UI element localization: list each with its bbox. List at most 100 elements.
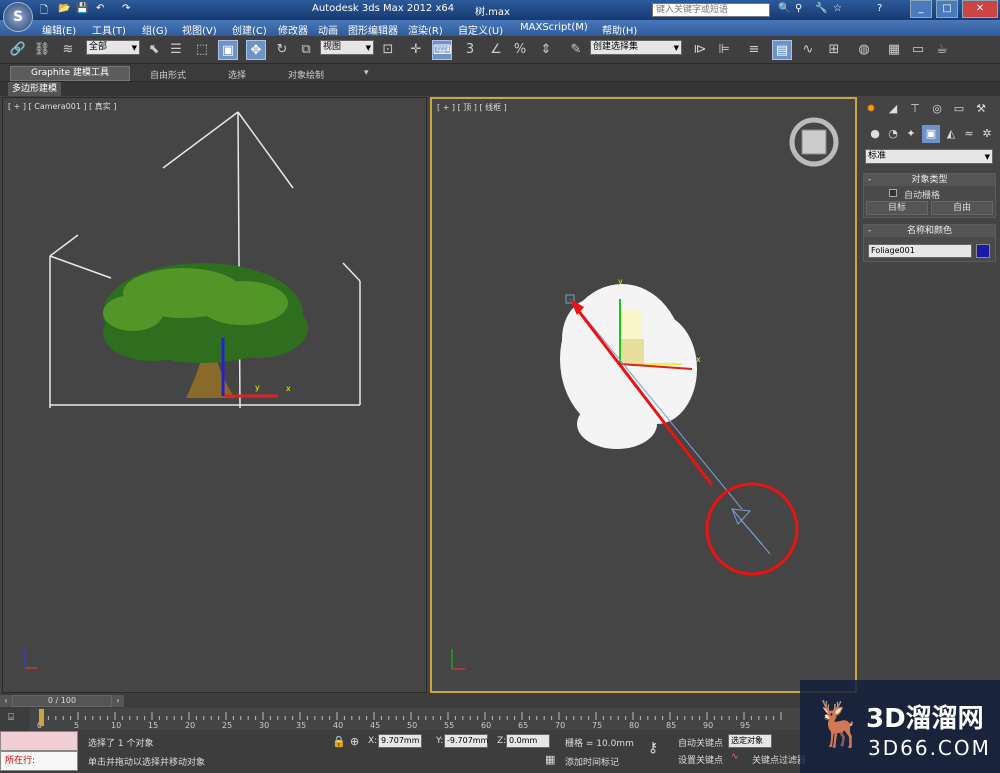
menu-animation[interactable]: 动画 <box>318 22 338 37</box>
x-coord-input[interactable]: 9.707mm <box>378 734 422 748</box>
display-tab-icon[interactable]: ▭ <box>950 100 968 118</box>
systems-icon[interactable]: ✲ <box>978 125 996 143</box>
app-logo-icon[interactable]: S <box>3 2 33 32</box>
mini-curve-toggle-icon[interactable]: ⌸ <box>8 712 24 724</box>
material-editor-icon[interactable]: ◍ <box>854 40 874 60</box>
rendered-frame-icon[interactable]: ▭ <box>908 40 928 60</box>
menu-help[interactable]: 帮助(H) <box>602 22 637 37</box>
object-type-title[interactable]: 对象类型 <box>864 174 995 186</box>
bind-spacewarp-icon[interactable]: ≋ <box>58 40 78 60</box>
lock-icon[interactable]: 🔒 <box>332 735 346 748</box>
category-dropdown[interactable]: 标准 <box>865 149 993 164</box>
timeline-right-arrow[interactable]: › <box>112 695 124 707</box>
select-manipulate-icon[interactable]: ✛ <box>406 40 426 60</box>
geometry-icon[interactable]: ● <box>866 125 884 143</box>
layer-manager-icon[interactable]: ≡ <box>744 40 764 60</box>
object-color-swatch[interactable] <box>976 244 990 258</box>
maxscript-listener-mini[interactable] <box>0 731 78 751</box>
z-coord-input[interactable]: 0.0mm <box>506 734 550 748</box>
menu-tools[interactable]: 工具(T) <box>92 22 126 37</box>
tab-graphite[interactable]: Graphite 建模工具 <box>10 66 130 81</box>
setkey-button[interactable]: 设置关键点 <box>678 753 723 766</box>
search-input[interactable]: 键入关键字或短语 <box>652 3 770 17</box>
spacewarps-icon[interactable]: ≈ <box>960 125 978 143</box>
motion-tab-icon[interactable]: ◎ <box>928 100 946 118</box>
star-icon[interactable]: ☆ <box>833 3 842 14</box>
add-time-tag-icon[interactable]: ▦ <box>545 753 555 766</box>
key-icon[interactable]: ⚷ <box>648 740 658 756</box>
selection-filter-dropdown[interactable]: 全部 <box>86 40 140 55</box>
qa-undo-icon[interactable]: ↶ <box>96 3 104 14</box>
menu-customize[interactable]: 自定义(U) <box>458 22 503 37</box>
object-name-input[interactable]: Foliage001 <box>868 244 972 258</box>
free-camera-button[interactable]: 自由 <box>931 201 993 215</box>
curve-editor-icon[interactable]: ∿ <box>798 40 818 60</box>
create-tab-icon[interactable]: ✹ <box>862 100 880 118</box>
target-camera-button[interactable]: 目标 <box>866 201 928 215</box>
named-selection-dropdown[interactable]: 创建选择集 <box>590 40 682 55</box>
menu-modifiers[interactable]: 修改器 <box>278 22 308 37</box>
snap-3d-icon[interactable]: 3 <box>460 40 480 60</box>
qa-new-icon[interactable]: 🗋 <box>40 3 48 20</box>
rect-selection-icon[interactable]: ⬚ <box>192 40 212 60</box>
timeline-left-arrow[interactable]: ‹ <box>0 695 12 707</box>
edit-named-sets-icon[interactable]: ✎ <box>566 40 586 60</box>
qa-open-icon[interactable]: 📂 <box>58 3 70 14</box>
spinner-snap-icon[interactable]: ⇕ <box>536 40 556 60</box>
select-move-icon[interactable]: ✥ <box>246 40 266 60</box>
select-by-name-icon[interactable]: ☰ <box>166 40 186 60</box>
help-icon[interactable]: ? <box>877 3 882 14</box>
angle-snap-icon[interactable]: ∠ <box>486 40 506 60</box>
minimize-button[interactable]: _ <box>910 0 932 18</box>
menu-graph-editors[interactable]: 图形编辑器 <box>348 22 398 37</box>
tab-selection[interactable]: 选择 <box>228 68 246 81</box>
autogrid-checkbox[interactable] <box>889 189 897 197</box>
align-icon[interactable]: ⊫ <box>714 40 734 60</box>
add-time-tag[interactable]: 添加时间标记 <box>565 755 619 768</box>
curve-icon[interactable]: ∿ <box>731 752 739 762</box>
modify-tab-icon[interactable]: ◢ <box>884 100 902 118</box>
graphite-toggle-icon[interactable]: ▤ <box>772 40 792 60</box>
link-icon[interactable]: 🔗 <box>8 40 28 60</box>
selected-dropdown[interactable]: 选定对象 <box>728 734 772 748</box>
y-coord-input[interactable]: -9.707mm <box>444 734 488 748</box>
key-filter-button[interactable]: 关键点过滤器 <box>752 753 806 766</box>
select-scale-icon[interactable]: ⧉ <box>296 40 316 60</box>
window-crossing-icon[interactable]: ▣ <box>218 40 238 60</box>
close-button[interactable]: ✕ <box>962 0 998 18</box>
menu-create[interactable]: 创建(C) <box>232 22 267 37</box>
mirror-icon[interactable]: ⧐ <box>690 40 710 60</box>
menu-maxscript[interactable]: MAXScript(M) <box>520 22 588 33</box>
reference-coord-dropdown[interactable]: 视图 <box>320 40 374 55</box>
transform-mode-icon[interactable]: ⊕ <box>350 735 359 748</box>
top-viewport[interactable]: [ + ] [ 顶 ] [ 线框 ] y x <box>430 97 857 693</box>
ribbon-options-icon[interactable]: ▾ <box>364 68 369 78</box>
cameras-icon[interactable]: ▣ <box>922 125 940 143</box>
tab-object-paint[interactable]: 对象绘制 <box>288 68 324 81</box>
menu-views[interactable]: 视图(V) <box>182 22 217 37</box>
hierarchy-tab-icon[interactable]: ⊤ <box>906 100 924 118</box>
search-icon[interactable]: 🔍 <box>778 3 790 14</box>
pivot-center-icon[interactable]: ⊡ <box>378 40 398 60</box>
polygon-modeling-label[interactable]: 多边形建模 <box>8 82 62 96</box>
qa-redo-icon[interactable]: ↷ <box>122 3 130 14</box>
unlink-icon[interactable]: ⛓ <box>32 40 52 60</box>
percent-snap-icon[interactable]: % <box>510 40 530 60</box>
lights-icon[interactable]: ✦ <box>902 125 920 143</box>
shapes-icon[interactable]: ◔ <box>884 125 902 143</box>
menu-rendering[interactable]: 渲染(R) <box>408 22 443 37</box>
render-setup-icon[interactable]: ▦ <box>884 40 904 60</box>
schematic-view-icon[interactable]: ⊞ <box>824 40 844 60</box>
utilities-tab-icon[interactable]: ⚒ <box>972 100 990 118</box>
maximize-button[interactable]: □ <box>936 0 958 18</box>
select-object-icon[interactable]: ⬉ <box>144 40 164 60</box>
menu-edit[interactable]: 编辑(E) <box>42 22 76 37</box>
menu-group[interactable]: 组(G) <box>142 22 168 37</box>
qa-save-icon[interactable]: 💾 <box>76 3 88 14</box>
time-slider[interactable]: 0 / 100 <box>12 695 112 707</box>
tools-icon[interactable]: 🔧 <box>815 3 827 14</box>
select-rotate-icon[interactable]: ↻ <box>272 40 292 60</box>
track-bar[interactable]: 05101520253035404550556065707580859095 <box>30 708 800 730</box>
tab-freeform[interactable]: 自由形式 <box>150 68 186 81</box>
name-color-title[interactable]: 名称和颜色 <box>864 225 995 237</box>
